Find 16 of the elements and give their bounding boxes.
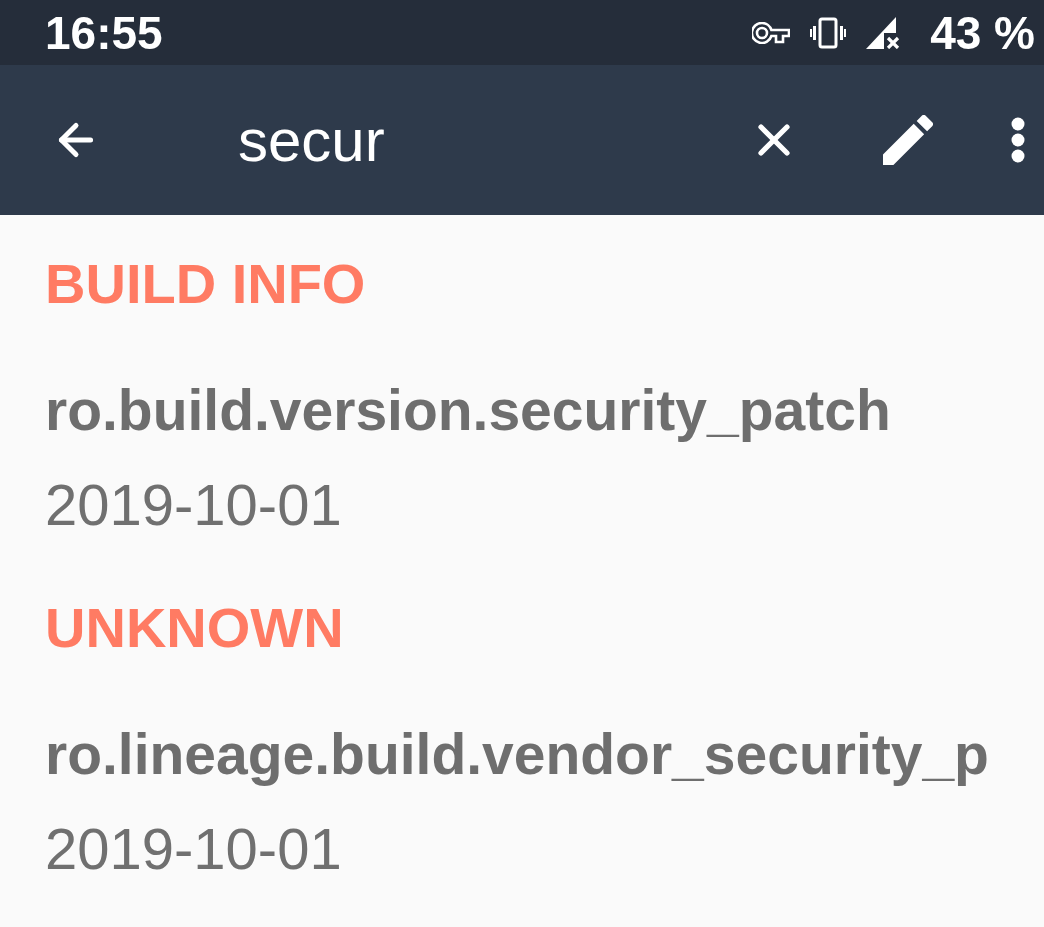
vibrate-icon bbox=[810, 16, 847, 49]
property-name: ro.build.version.security_patch bbox=[45, 377, 891, 444]
status-time: 16:55 bbox=[45, 9, 163, 56]
property-value: 2019-10-01 bbox=[45, 815, 342, 883]
property-value: 2019-10-01 bbox=[45, 471, 342, 539]
signal-no-connection-icon bbox=[866, 16, 901, 49]
more-options-icon bbox=[1011, 117, 1025, 163]
edit-button[interactable] bbox=[880, 112, 936, 168]
more-options-button[interactable] bbox=[1011, 117, 1025, 163]
section-header: BUILD INFO bbox=[45, 251, 366, 317]
key-icon bbox=[752, 21, 791, 44]
property-name: ro.lineage.build.vendor_security_p bbox=[45, 721, 989, 788]
search-field[interactable]: secur bbox=[238, 105, 658, 175]
section-header: UNKNOWN bbox=[45, 595, 344, 661]
battery-percentage: 43 % bbox=[930, 9, 1035, 56]
pencil-icon bbox=[883, 115, 933, 165]
